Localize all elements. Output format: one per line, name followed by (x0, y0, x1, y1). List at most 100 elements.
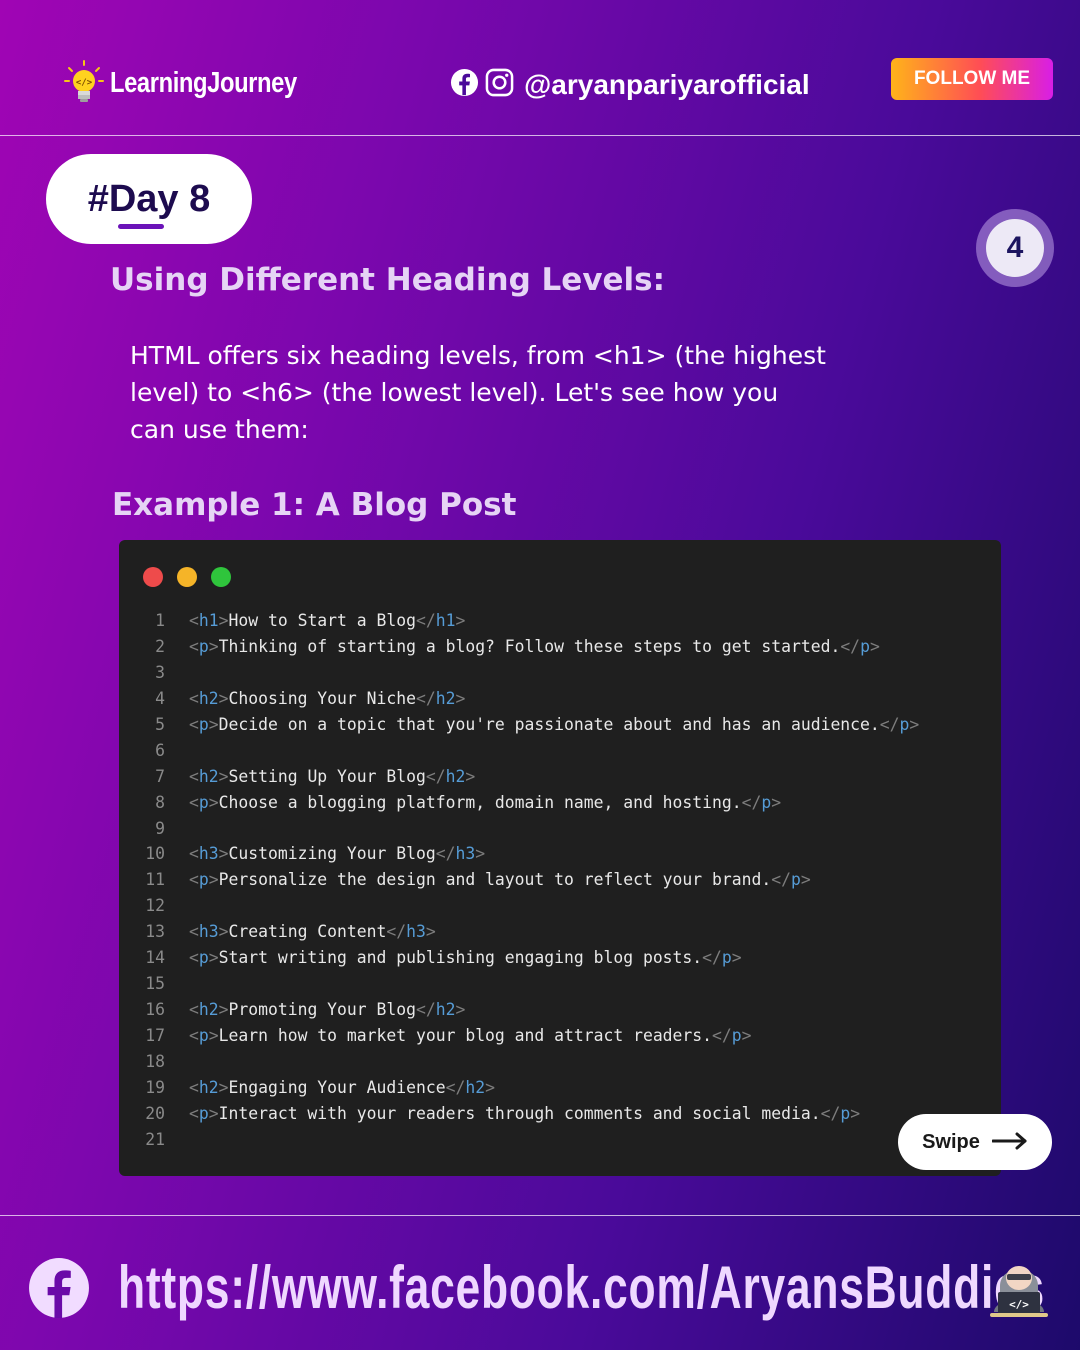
code-bracket: < (189, 766, 199, 786)
code-content: Choose a blogging platform, domain name,… (218, 792, 742, 812)
code-bracket: </ (435, 844, 456, 864)
code-line: 6 (119, 738, 1001, 764)
code-line: 4 <h2>Choosing Your Niche</h2> (119, 686, 1001, 712)
code-tag: p (761, 792, 772, 812)
code-tag: h3 (198, 922, 219, 942)
code-content: Personalize the design and layout to ref… (218, 870, 772, 890)
facebook-icon[interactable] (28, 1257, 90, 1323)
code-bracket: </ (445, 1077, 466, 1097)
code-bracket: </ (712, 1026, 732, 1045)
line-number: 12 (145, 896, 165, 916)
intro-text: HTML offers six heading levels, from <h1… (130, 341, 826, 444)
code-line: 10 <h3>Customizing Your Blog</h3> (119, 841, 1001, 867)
footer-url-link[interactable]: https://www.facebook.com/AryansBuddies (118, 1253, 1045, 1322)
code-bracket: > (208, 1103, 219, 1123)
code-bracket: </ (840, 636, 861, 656)
code-bracket: </ (879, 714, 900, 734)
code-line: 21 (119, 1127, 1001, 1153)
code-tag: h3 (198, 844, 219, 864)
close-dot[interactable] (143, 567, 163, 587)
code-tag: p (790, 870, 801, 890)
code-content: Decide on a topic that you're passionate… (218, 714, 880, 734)
code-block: 1 <h1>How to Start a Blog</h1> 2 <p>Thinkin… (119, 608, 1001, 1153)
code-bracket: > (208, 1026, 219, 1045)
code-content: Customizing Your Blog (228, 844, 436, 864)
code-bracket: < (189, 714, 199, 734)
code-editor-window: 1 <h1>How to Start a Blog</h1> 2 <p>Thinkin… (119, 540, 1001, 1176)
code-text: <p>Interact with your readers through co… (189, 1101, 860, 1127)
code-line: 16 <h2>Promoting Your Blog</h2> (119, 997, 1001, 1023)
code-tag: p (731, 1026, 742, 1045)
code-bracket: > (485, 1077, 495, 1097)
swipe-button[interactable]: Swipe (898, 1114, 1052, 1170)
code-tag: p (860, 636, 870, 656)
code-bracket: < (189, 688, 199, 708)
facebook-icon[interactable] (450, 68, 479, 101)
code-bracket: < (189, 636, 199, 656)
code-bracket: < (189, 611, 199, 630)
code-tag: h1 (435, 611, 456, 630)
code-bracket: </ (425, 766, 446, 786)
code-bracket: > (771, 792, 782, 812)
code-bracket: < (189, 1077, 199, 1097)
line-number: 1 (155, 611, 165, 630)
line-number: 14 (145, 948, 165, 968)
code-text: <h1>How to Start a Blog</h1> (189, 608, 465, 634)
code-tag: p (198, 948, 209, 968)
svg-text:</>: </> (76, 78, 93, 88)
code-text: <h3>Customizing Your Blog</h3> (189, 841, 485, 867)
code-content: Creating Content (228, 922, 387, 942)
code-text: <p>Personalize the design and layout to … (189, 867, 811, 893)
code-bracket: < (189, 948, 199, 968)
code-content: How to Start a Blog (228, 611, 417, 630)
code-line: 7 <h2>Setting Up Your Blog</h2> (119, 764, 1001, 790)
code-bracket: > (218, 1077, 229, 1097)
code-tag: p (198, 636, 209, 656)
code-bracket: < (189, 870, 199, 890)
arrow-right-icon (991, 1132, 1028, 1153)
line-number: 13 (145, 922, 165, 942)
code-bracket: > (218, 611, 229, 630)
swipe-label: Swipe (922, 1130, 980, 1153)
line-number: 8 (155, 792, 165, 812)
line-number: 15 (145, 974, 165, 994)
day-underline (117, 223, 164, 229)
code-bracket: > (850, 1103, 861, 1123)
code-tag: p (198, 1103, 209, 1123)
section-title: Using Different Heading Levels: (110, 262, 666, 298)
maximize-dot[interactable] (211, 567, 231, 587)
code-text: <h2>Promoting Your Blog</h2> (189, 997, 465, 1023)
code-bracket: </ (386, 922, 407, 942)
instagram-icon[interactable] (485, 68, 514, 101)
line-number: 17 (145, 1026, 165, 1045)
code-bracket: </ (702, 948, 722, 968)
code-line: 3 (119, 660, 1001, 686)
brand-name: LearningJourney (110, 66, 297, 99)
line-number: 7 (155, 766, 165, 786)
code-bracket: > (208, 792, 219, 812)
code-bracket: > (218, 844, 229, 864)
follow-me-button[interactable]: FOLLOW ME (891, 58, 1053, 100)
line-number: 18 (145, 1051, 165, 1071)
lightbulb-icon: </> (64, 60, 104, 106)
code-bracket: > (208, 636, 219, 656)
day-badge: #Day 8 (46, 154, 252, 244)
code-tag: p (198, 870, 209, 890)
code-tag: p (840, 1103, 851, 1123)
svg-text:</>: </> (1009, 1298, 1029, 1311)
code-line: 18 (119, 1049, 1001, 1075)
hacker-laptop-icon: </> (984, 1250, 1054, 1324)
code-bracket: </ (416, 1000, 436, 1020)
social-links: @aryanpariyarofficial (450, 68, 810, 101)
code-bracket: > (909, 714, 920, 734)
social-handle[interactable]: @aryanpariyarofficial (524, 69, 810, 101)
code-content: Promoting Your Blog (228, 1000, 417, 1020)
minimize-dot[interactable] (177, 567, 197, 587)
code-line: 11 <p>Personalize the design and layout t… (119, 867, 1001, 893)
page-number: 4 (986, 219, 1044, 277)
line-number: 5 (155, 714, 165, 734)
code-bracket: > (800, 870, 811, 890)
code-text: <p>Decide on a topic that you're passion… (189, 712, 919, 738)
line-number: 11 (145, 870, 165, 890)
code-text: <h3>Creating Content</h3> (189, 919, 436, 945)
